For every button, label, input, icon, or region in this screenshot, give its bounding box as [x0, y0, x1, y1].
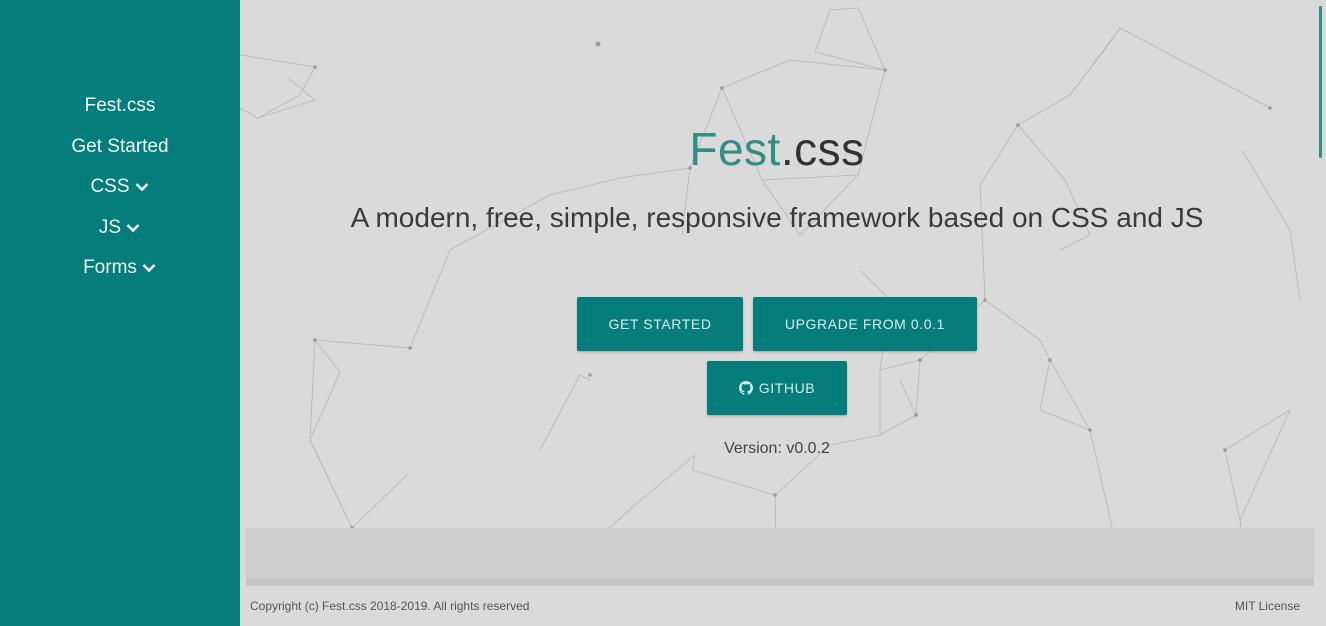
- sidebar-item-js[interactable]: JS: [0, 208, 240, 249]
- title-accent: Fest: [689, 123, 781, 175]
- title-rest: .css: [780, 123, 865, 175]
- upgrade-button[interactable]: UPGRADE FROM 0.0.1: [753, 297, 977, 351]
- bottom-band: [246, 528, 1314, 578]
- sidebar-nav: Fest.css Get Started CSS JS Forms: [0, 86, 240, 289]
- sidebar-item-label: CSS: [90, 176, 130, 198]
- sidebar-item-label: Fest.css: [84, 95, 156, 117]
- github-icon: [738, 381, 759, 395]
- sidebar-item-fest-css[interactable]: Fest.css: [0, 86, 240, 127]
- sidebar-item-label: Forms: [83, 257, 137, 279]
- sidebar-item-get-started[interactable]: Get Started: [0, 127, 240, 168]
- chevron-down-icon: [134, 179, 150, 195]
- version-text: Version: v0.0.2: [724, 440, 830, 457]
- bottom-divider: [246, 578, 1314, 586]
- chevron-down-icon: [125, 220, 141, 236]
- footer: Copyright (c) Fest.css 2018-2019. All ri…: [240, 586, 1326, 626]
- sidebar-item-css[interactable]: CSS: [0, 167, 240, 208]
- sidebar: Fest.css Get Started CSS JS Forms: [0, 0, 240, 626]
- page-title: Fest.css: [240, 122, 1314, 176]
- copyright-text: Copyright (c) Fest.css 2018-2019. All ri…: [250, 599, 530, 613]
- github-button[interactable]: GITHUB: [707, 361, 847, 415]
- github-label: GITHUB: [758, 380, 816, 396]
- page-subtitle: A modern, free, simple, responsive frame…: [350, 202, 1204, 233]
- chevron-down-icon: [141, 260, 157, 276]
- get-started-label: GET STARTED: [608, 316, 712, 332]
- sidebar-item-label: JS: [98, 216, 122, 238]
- main-content: Fest.css A modern, free, simple, respons…: [240, 0, 1326, 626]
- sidebar-item-forms[interactable]: Forms: [0, 248, 240, 289]
- scrollbar-thumb[interactable]: [1319, 6, 1322, 158]
- upgrade-label: UPGRADE FROM 0.0.1: [784, 316, 946, 332]
- sidebar-item-label: Get Started: [71, 135, 169, 157]
- particle-network-background: [240, 7, 1305, 586]
- get-started-button[interactable]: GET STARTED: [577, 297, 743, 351]
- license-link[interactable]: MIT License: [1235, 599, 1300, 613]
